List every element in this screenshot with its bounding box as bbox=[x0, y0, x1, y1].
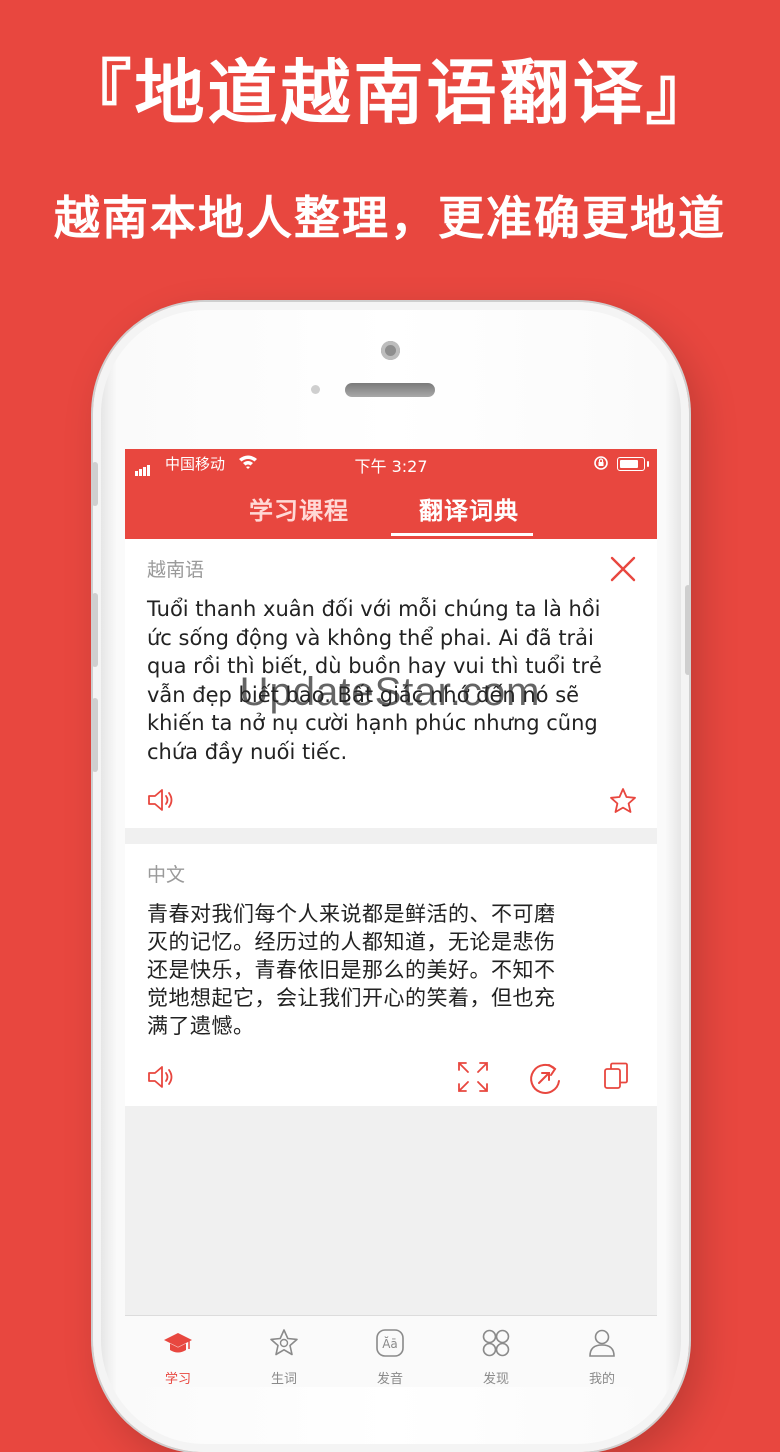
active-tab-indicator bbox=[391, 533, 533, 536]
translation-card: 中文 青春对我们每个人来说都是鲜活的、不可磨 灭的记忆。经历过的人都知道，无论是… bbox=[125, 844, 657, 1106]
source-line: ức sống động và không thể phai. Ai đã tr… bbox=[147, 625, 594, 650]
promo-subtitle: 越南本地人整理，更准确更地道 bbox=[54, 191, 726, 245]
tab-discover[interactable]: 发现 bbox=[443, 1316, 549, 1387]
target-language-label: 中文 bbox=[147, 864, 186, 886]
translation-line: 满了遗憾。 bbox=[147, 1014, 255, 1038]
grid-icon bbox=[481, 1328, 511, 1358]
share-icon[interactable] bbox=[525, 1059, 563, 1101]
star-icon[interactable] bbox=[609, 787, 637, 819]
tab-learn[interactable]: 学习 bbox=[125, 1316, 231, 1387]
proximity-sensor bbox=[311, 385, 320, 394]
copy-icon[interactable] bbox=[603, 1062, 629, 1094]
source-line: chứa đầy nuối tiếc. bbox=[147, 739, 348, 764]
speaker-icon[interactable] bbox=[147, 787, 177, 817]
front-camera bbox=[381, 341, 400, 360]
tab-learn-label: 学习 bbox=[164, 1372, 191, 1387]
tab-vocabulary-label: 生词 bbox=[270, 1372, 297, 1387]
tab-me[interactable]: 我的 bbox=[549, 1316, 655, 1387]
tab-vocabulary[interactable]: 生词 bbox=[231, 1316, 337, 1387]
translation-text[interactable]: 青春对我们每个人来说都是鲜活的、不可磨 灭的记忆。经历过的人都知道，无论是悲伤 … bbox=[147, 900, 617, 1040]
source-language-label: 越南语 bbox=[147, 559, 205, 581]
promo-title: 『地道越南语翻译』 bbox=[61, 52, 719, 134]
tab-discover-label: 发现 bbox=[482, 1372, 509, 1387]
translation-line: 青春对我们每个人来说都是鲜活的、不可磨 bbox=[147, 902, 556, 926]
star-badge-icon bbox=[269, 1328, 299, 1358]
phone-mute-switch bbox=[92, 462, 98, 506]
translation-line: 觉地想起它，会让我们开心的笑着，但也充 bbox=[147, 986, 556, 1010]
translation-line: 还是快乐，青春依旧是那么的美好。不知不 bbox=[147, 958, 556, 982]
tab-me-label: 我的 bbox=[588, 1372, 615, 1387]
battery-icon bbox=[617, 457, 649, 471]
bottom-tab-bar: 学习 生词 Ăā 发音 发现 我的 bbox=[125, 1315, 657, 1387]
phone-power-button bbox=[685, 585, 691, 675]
phone-volume-up bbox=[92, 593, 98, 667]
tab-dictionary[interactable]: 翻译词典 bbox=[419, 491, 519, 526]
watermark: UpdateStar.com bbox=[239, 670, 541, 714]
status-bar: 中国移动 下午 3:27 bbox=[125, 449, 657, 479]
source-line: Tuổi thanh xuân đối với mỗi chúng ta là … bbox=[147, 597, 601, 621]
tab-pronunciation-label: 发音 bbox=[376, 1372, 403, 1387]
app-screen: 中国移动 下午 3:27 学习课程 翻译词典 越南语 Tuổi thanh xu… bbox=[125, 449, 657, 1387]
user-icon bbox=[587, 1328, 617, 1358]
rotation-lock-icon bbox=[593, 455, 609, 475]
pronunciation-icon: Ăā bbox=[375, 1328, 405, 1358]
close-icon[interactable] bbox=[609, 555, 637, 587]
translation-line: 灭的记忆。经历过的人都知道，无论是悲伤 bbox=[147, 930, 556, 954]
fullscreen-icon[interactable] bbox=[457, 1061, 489, 1097]
speaker-icon[interactable] bbox=[147, 1064, 177, 1094]
tab-courses[interactable]: 学习课程 bbox=[249, 491, 349, 526]
pronunciation-icon-text: Ăā bbox=[382, 1336, 398, 1351]
status-time: 下午 3:27 bbox=[354, 457, 428, 476]
tab-pronunciation[interactable]: Ăā 发音 bbox=[337, 1316, 443, 1387]
app-header: 中国移动 下午 3:27 学习课程 翻译词典 bbox=[125, 449, 657, 539]
earpiece-speaker bbox=[345, 383, 435, 397]
graduation-cap-icon bbox=[163, 1328, 193, 1358]
